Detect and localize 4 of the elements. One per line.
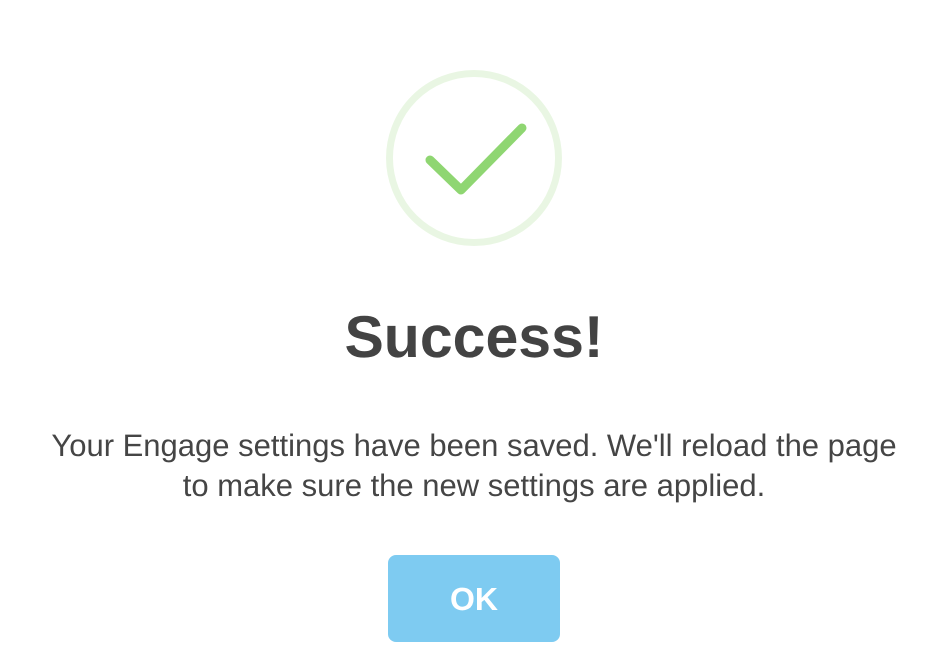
ok-button[interactable]: OK <box>388 555 560 642</box>
dialog-title: Success! <box>344 308 604 367</box>
check-circle-icon <box>386 70 562 246</box>
dialog-message: Your Engage settings have been saved. We'll reload the page to make sure the new settings are applied. <box>50 427 898 505</box>
